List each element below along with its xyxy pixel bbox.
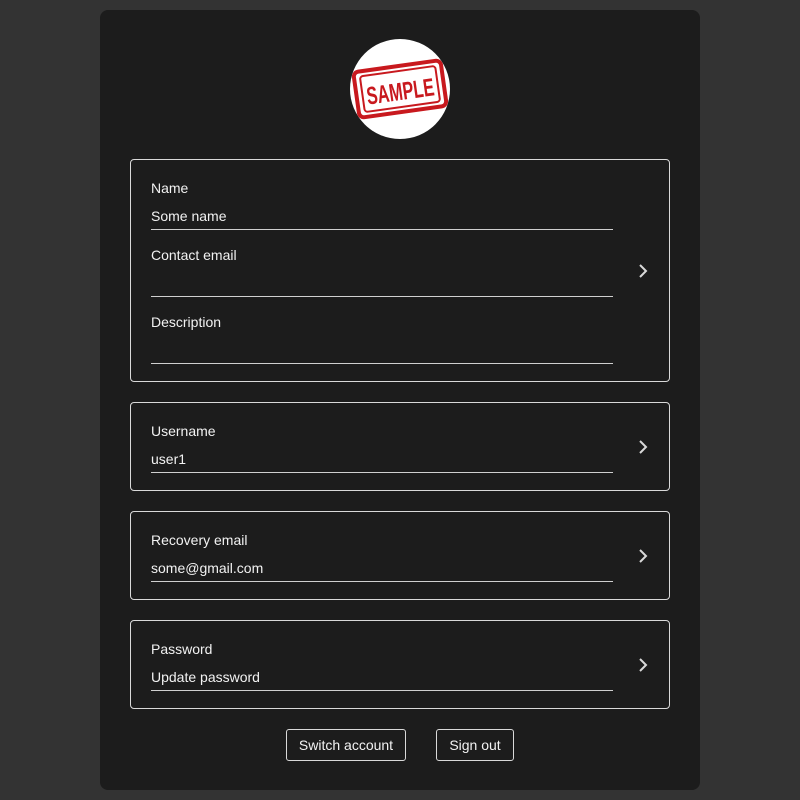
password-card[interactable]: Password Update password: [130, 620, 670, 709]
username-label: Username: [151, 423, 216, 439]
sign-out-button[interactable]: Sign out: [436, 729, 514, 761]
recovery-email-value[interactable]: some@gmail.com: [151, 560, 613, 582]
contact-email-value[interactable]: [151, 275, 613, 297]
switch-account-button[interactable]: Switch account: [286, 729, 406, 761]
chevron-right-icon[interactable]: [635, 657, 651, 673]
description-value[interactable]: [151, 342, 613, 364]
stamp-text: SAMPLE: [365, 73, 436, 110]
description-label: Description: [151, 314, 222, 330]
recovery-email-label: Recovery email: [151, 532, 248, 548]
name-label: Name: [151, 180, 189, 196]
chevron-right-icon[interactable]: [635, 439, 651, 455]
recovery-email-card[interactable]: Recovery email some@gmail.com: [130, 511, 670, 600]
username-card[interactable]: Username user1: [130, 402, 670, 491]
profile-card[interactable]: Name Some name Contact email Description: [130, 159, 670, 382]
account-panel: SAMPLE Name Some name Contact email Desc…: [100, 10, 700, 790]
avatar[interactable]: SAMPLE: [350, 39, 450, 139]
contact-email-label: Contact email: [151, 247, 237, 263]
sample-stamp-logo: SAMPLE: [351, 58, 449, 120]
password-label: Password: [151, 641, 213, 657]
name-value[interactable]: Some name: [151, 208, 613, 230]
username-value[interactable]: user1: [151, 451, 613, 473]
chevron-right-icon[interactable]: [635, 263, 651, 279]
chevron-right-icon[interactable]: [635, 548, 651, 564]
password-value[interactable]: Update password: [151, 669, 613, 691]
